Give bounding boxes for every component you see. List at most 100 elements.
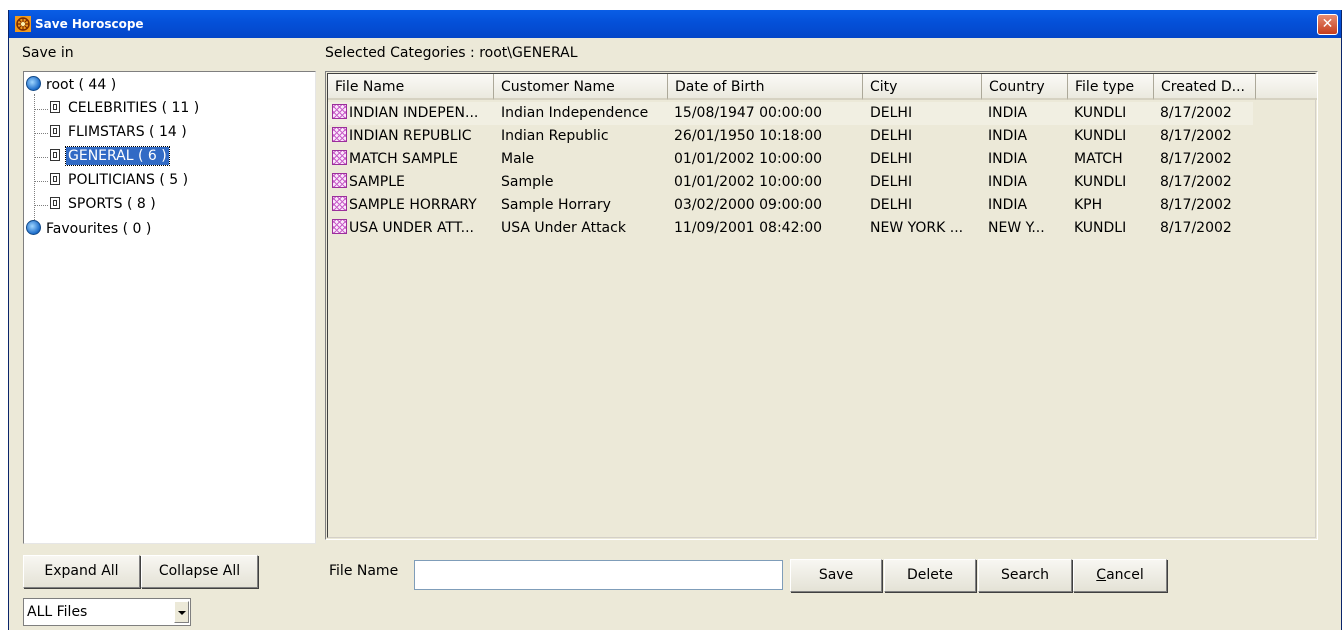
table-cell: MATCH — [1074, 151, 1123, 167]
table-cell: DELHI — [870, 174, 913, 190]
tree-node-label: CELEBRITIES ( 11 ) — [68, 100, 200, 116]
table-row[interactable]: USA UNDER ATT... USA Under Attack 11/09/20… — [328, 217, 1253, 240]
tree-node-general[interactable]: GENERAL ( 6 ) — [50, 146, 170, 168]
file-name-input[interactable] — [414, 560, 783, 590]
tree-node-label: GENERAL ( 6 ) — [65, 146, 170, 166]
horoscope-file-icon — [332, 219, 347, 234]
tree-node-label: root ( 44 ) — [46, 77, 117, 93]
list-header: File Name Customer Name Date of Birth Ci… — [328, 74, 1317, 100]
table-cell: DELHI — [870, 197, 913, 213]
cancel-mnemonic: C — [1096, 567, 1107, 583]
column-created-date[interactable]: Created D... — [1154, 74, 1256, 100]
table-cell: 03/02/2000 09:00:00 — [674, 197, 823, 213]
table-cell: NEW YORK ... — [870, 220, 964, 236]
table-row[interactable]: MATCH SAMPLE Male 01/01/2002 10:00:00 DELHI… — [328, 148, 1253, 171]
category-tree[interactable]: root ( 44 ) CELEBRITIES ( 11 ) FLIMSTARS… — [23, 71, 316, 544]
cancel-button[interactable]: Cancel — [1073, 559, 1167, 592]
table-cell: DELHI — [870, 105, 913, 121]
cancel-label-rest: ancel — [1106, 567, 1144, 583]
column-file-name[interactable]: File Name — [328, 74, 494, 100]
file-filter-select[interactable]: ALL Files — [23, 598, 191, 626]
table-cell: Sample — [501, 174, 554, 190]
globe-icon — [26, 220, 41, 235]
file-list[interactable]: File Name Customer Name Date of Birth Ci… — [325, 71, 1318, 540]
table-cell: INDIAN REPUBLIC — [349, 128, 472, 144]
tree-node-root[interactable]: root ( 44 ) — [26, 76, 118, 96]
table-cell: KUNDLI — [1074, 128, 1127, 144]
table-cell: DELHI — [870, 151, 913, 167]
tree-node-label: POLITICIANS ( 5 ) — [68, 172, 189, 188]
horoscope-file-icon — [332, 173, 347, 188]
document-icon — [50, 173, 60, 185]
app-logo-icon — [15, 16, 31, 32]
save-button[interactable]: Save — [790, 559, 882, 592]
horoscope-file-icon — [332, 196, 347, 211]
tree-node-celebrities[interactable]: CELEBRITIES ( 11 ) — [50, 100, 201, 120]
table-cell: Male — [501, 151, 535, 167]
tree-connector — [34, 109, 48, 110]
table-cell: INDIAN INDEPEN... — [349, 105, 479, 121]
table-cell: INDIA — [988, 151, 1028, 167]
column-country[interactable]: Country — [982, 74, 1068, 100]
table-cell: KUNDLI — [1074, 174, 1127, 190]
tree-node-favourites[interactable]: Favourites ( 0 ) — [26, 220, 153, 240]
table-cell: 8/17/2002 — [1160, 174, 1232, 190]
file-name-label: File Name — [329, 563, 399, 579]
table-row[interactable]: SAMPLE HORRARY Sample Horrary 03/02/2000 0… — [328, 194, 1253, 217]
table-cell: INDIA — [988, 197, 1028, 213]
table-cell: 15/08/1947 00:00:00 — [674, 105, 823, 121]
table-row[interactable]: INDIAN INDEPEN... Indian Independence 15/0… — [328, 102, 1253, 125]
table-cell: 26/01/1950 10:18:00 — [674, 128, 823, 144]
column-filler — [1256, 74, 1317, 100]
tree-connector — [34, 157, 48, 158]
table-cell: 11/09/2001 08:42:00 — [674, 220, 823, 236]
close-button[interactable]: ✕ — [1317, 14, 1338, 35]
horoscope-file-icon — [332, 104, 347, 119]
document-icon — [50, 197, 60, 209]
globe-icon — [26, 76, 41, 91]
file-filter-value: ALL Files — [27, 604, 88, 620]
tree-node-label: FLIMSTARS ( 14 ) — [68, 124, 187, 140]
table-cell: DELHI — [870, 128, 913, 144]
table-cell: USA UNDER ATT... — [349, 220, 474, 236]
search-button[interactable]: Search — [978, 559, 1072, 592]
table-cell: KUNDLI — [1074, 220, 1127, 236]
tree-node-label: SPORTS ( 8 ) — [68, 196, 156, 212]
tree-connector — [34, 133, 48, 134]
document-icon — [50, 149, 60, 161]
title-bar[interactable]: Save Horoscope ✕ — [9, 10, 1341, 38]
table-cell: INDIA — [988, 105, 1028, 121]
table-cell: KUNDLI — [1074, 105, 1127, 121]
table-row[interactable]: SAMPLE Sample 01/01/2002 10:00:00 DELHI INDI… — [328, 171, 1253, 194]
collapse-all-button[interactable]: Collapse All — [141, 555, 258, 588]
table-cell: 8/17/2002 — [1160, 128, 1232, 144]
tree-node-flimstars[interactable]: FLIMSTARS ( 14 ) — [50, 124, 189, 144]
table-row[interactable]: INDIAN REPUBLIC Indian Republic 26/01/1950… — [328, 125, 1253, 148]
delete-button[interactable]: Delete — [884, 559, 976, 592]
tree-connector — [34, 181, 48, 182]
tree-connector — [34, 205, 48, 206]
tree-node-politicians[interactable]: POLITICIANS ( 5 ) — [50, 172, 190, 192]
table-cell: 8/17/2002 — [1160, 220, 1232, 236]
tree-node-label: Favourites ( 0 ) — [46, 221, 152, 237]
table-cell: INDIA — [988, 174, 1028, 190]
chevron-down-icon[interactable] — [174, 601, 189, 623]
column-customer-name[interactable]: Customer Name — [494, 74, 668, 100]
table-cell: 8/17/2002 — [1160, 105, 1232, 121]
table-cell: INDIA — [988, 128, 1028, 144]
column-city[interactable]: City — [863, 74, 982, 100]
save-horoscope-dialog: Save Horoscope ✕ Save in Selected Catego… — [8, 10, 1342, 630]
table-cell: SAMPLE HORRARY — [349, 197, 477, 213]
table-cell: Indian Republic — [501, 128, 609, 144]
expand-all-button[interactable]: Expand All — [23, 555, 140, 588]
table-cell: 8/17/2002 — [1160, 197, 1232, 213]
table-cell: SAMPLE — [349, 174, 405, 190]
save-in-label: Save in — [22, 45, 74, 61]
column-date-of-birth[interactable]: Date of Birth — [668, 74, 863, 100]
table-cell: 01/01/2002 10:00:00 — [674, 151, 823, 167]
tree-connector — [34, 94, 35, 222]
tree-node-sports[interactable]: SPORTS ( 8 ) — [50, 196, 158, 216]
table-cell: Indian Independence — [501, 105, 649, 121]
table-cell: 01/01/2002 10:00:00 — [674, 174, 823, 190]
column-file-type[interactable]: File type — [1068, 74, 1154, 100]
